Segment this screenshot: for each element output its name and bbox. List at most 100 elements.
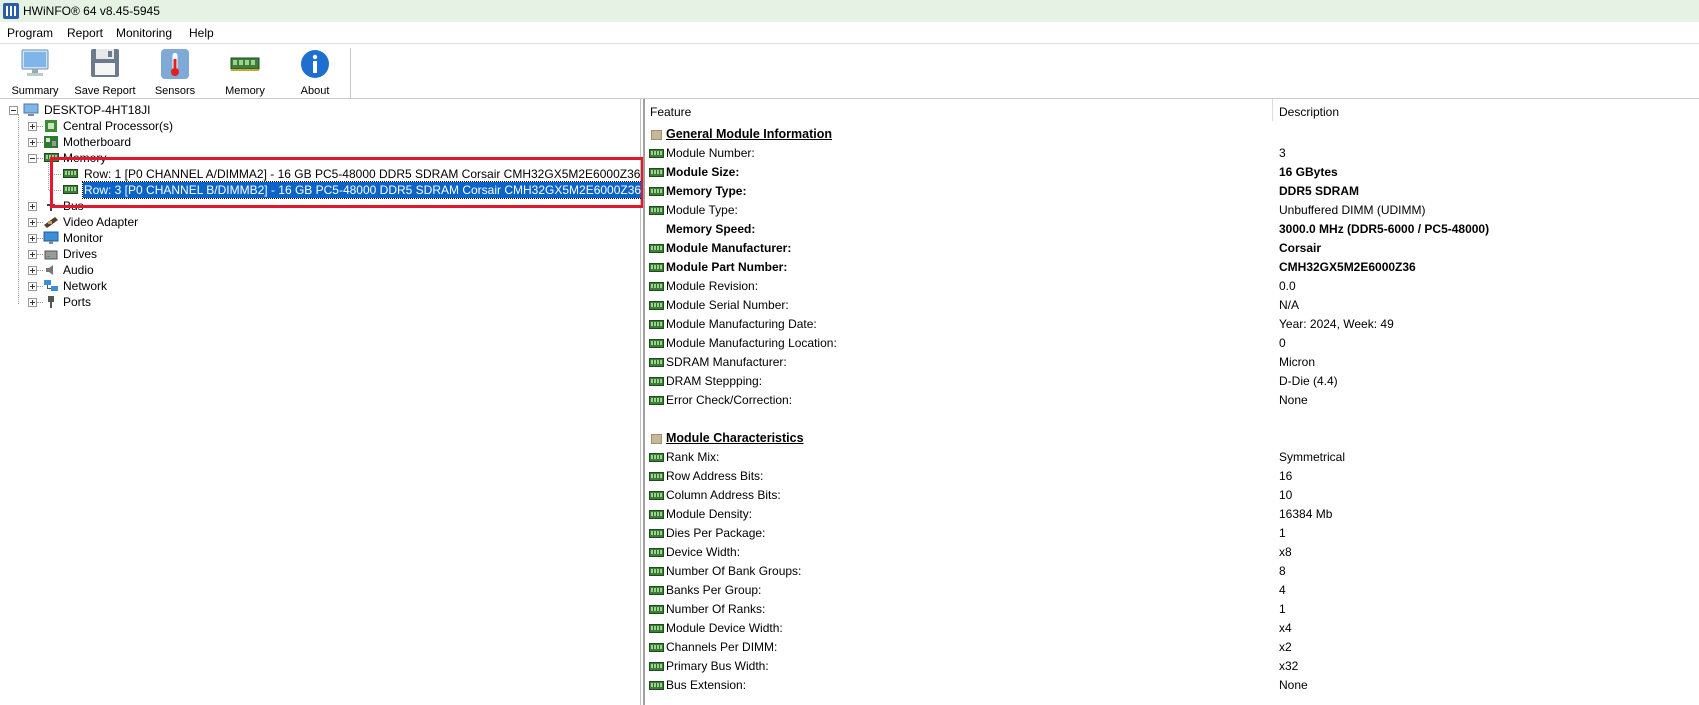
detail-row[interactable]: Bus Extension: None [649,677,1689,693]
description-value: 1 [1279,602,1286,616]
column-header-feature[interactable]: Feature [650,105,691,119]
feature-label: Number Of Bank Groups: [666,564,802,578]
ram-icon [649,624,664,633]
description-value: Year: 2024, Week: 49 [1279,317,1394,331]
drive-icon [44,250,58,260]
feature-label: Module Serial Number: [666,298,789,312]
ram-icon [63,185,78,194]
column-header-description[interactable]: Description [1279,105,1339,119]
expand-icon[interactable] [28,282,37,291]
save-report-button[interactable]: Save Report [70,48,140,97]
detail-row[interactable]: Rank Mix: Symmetrical [649,449,1689,465]
ram-icon [649,282,664,291]
ram-icon [649,396,664,405]
feature-label: SDRAM Manufacturer: [666,355,787,369]
feature-label: Module Device Width: [666,621,783,635]
detail-row[interactable]: Primary Bus Width: x32 [649,658,1689,674]
tree-node-label: Network [63,279,108,293]
detail-row[interactable]: Row Address Bits: 16 [649,468,1689,484]
title-bar: HWiNFO® 64 v8.45-5945 [0,0,1699,22]
expand-icon[interactable] [28,234,37,243]
ram-icon [649,453,664,462]
feature-label: General Module Information [666,127,832,141]
toolbar: Summary Save Report Sensors Memory About [0,44,1699,99]
menu-help[interactable]: Help [189,26,214,40]
ram-icon [649,168,664,177]
tree-node-label: Video Adapter [63,215,139,229]
collapse-icon[interactable] [28,154,37,163]
tree-node-label: Memory [63,151,107,165]
expand-icon[interactable] [28,202,37,211]
expand-icon[interactable] [28,250,37,259]
sensors-button[interactable]: Sensors [140,48,210,97]
detail-row[interactable]: Dies Per Package: 1 [649,525,1689,541]
detail-row[interactable]: Error Check/Correction: None [649,392,1689,408]
feature-label: Memory Type: [666,184,747,198]
description-value: x32 [1279,659,1299,673]
expand-icon[interactable] [28,122,37,131]
description-value: 1 [1279,526,1286,540]
detail-row[interactable]: Number Of Bank Groups: 8 [649,563,1689,579]
detail-row[interactable]: Module Number: 3 [649,145,1689,161]
detail-row[interactable]: Number Of Ranks: 1 [649,601,1689,617]
detail-row[interactable]: Column Address Bits: 10 [649,487,1689,503]
detail-row[interactable]: Module Manufacturing Date: Year: 2024, We… [649,316,1689,332]
description-value: 16 [1279,469,1293,483]
detail-row[interactable]: Memory Speed: 3000.0 MHz (DDR5-6000 / PC5… [649,221,1689,237]
floppy-icon [91,49,119,77]
summary-button[interactable]: Summary [0,48,70,97]
ram-icon [649,301,664,310]
detail-row[interactable]: Module Manufacturer: Corsair [649,240,1689,256]
feature-label: Row Address Bits: [666,469,764,483]
menu-monitoring[interactable]: Monitoring [116,26,172,40]
description-value: N/A [1279,298,1300,312]
cpu-icon [45,120,57,132]
description-value: x4 [1279,621,1292,635]
detail-row[interactable]: Module Revision: 0.0 [649,278,1689,294]
feature-label: Module Density: [666,507,753,521]
tree-node-label: Row: 1 [P0 CHANNEL A/DIMMA2] - 16 GB PC5… [84,167,641,181]
info-icon [301,50,329,78]
detail-row[interactable]: Module Size: 16 GBytes [649,164,1689,180]
menu-program[interactable]: Program [7,26,53,40]
blank-row [649,411,1689,427]
column-separator[interactable] [1272,99,1273,121]
tree-node-label: Motherboard [63,135,132,149]
detail-row[interactable]: Memory Type: DDR5 SDRAM [649,183,1689,199]
detail-row[interactable]: Module Serial Number: N/A [649,297,1689,313]
tree-line [37,158,43,160]
about-button[interactable]: About [280,48,350,97]
detail-row[interactable]: Module Density: 16384 Mb [649,506,1689,522]
feature-label: Module Revision: [666,279,759,293]
expand-icon[interactable] [28,298,37,307]
expand-icon[interactable] [28,138,37,147]
ram-icon [649,263,664,272]
detail-row[interactable]: DRAM Steppping: D-Die (4.4) [649,373,1689,389]
expand-icon[interactable] [28,266,37,275]
detail-row[interactable]: Module Manufacturing Location: 0 [649,335,1689,351]
detail-row[interactable]: Module Device Width: x4 [649,620,1689,636]
ram-icon [649,567,664,576]
app-icon [3,3,19,19]
detail-row[interactable]: Device Width: x8 [649,544,1689,560]
detail-row[interactable]: Module Type: Unbuffered DIMM (UDIMM) [649,202,1689,218]
section-header[interactable]: Module Characteristics [649,430,1689,446]
memory-button[interactable]: Memory [210,48,280,97]
detail-row[interactable]: Banks Per Group: 4 [649,582,1689,598]
detail-row[interactable]: Module Part Number: CMH32GX5M2E6000Z36 [649,259,1689,275]
ram-icon [649,586,664,595]
menu-report[interactable]: Report [67,26,103,40]
ram-icon [649,643,664,652]
menu-bar: Program Report Monitoring Help [0,22,1699,44]
ram-icon [649,491,664,500]
detail-row[interactable]: Channels Per DIMM: x2 [649,639,1689,655]
ram-icon [649,605,664,614]
feature-label: Module Number: [666,146,755,160]
feature-label: Module Size: [666,165,740,179]
collapse-icon[interactable] [9,106,18,115]
tree-root-label: DESKTOP-4HT18JI [44,103,151,117]
detail-row[interactable]: SDRAM Manufacturer: Micron [649,354,1689,370]
section-header[interactable]: General Module Information [649,126,1689,142]
description-value: DDR5 SDRAM [1279,184,1360,198]
expand-icon[interactable] [28,218,37,227]
